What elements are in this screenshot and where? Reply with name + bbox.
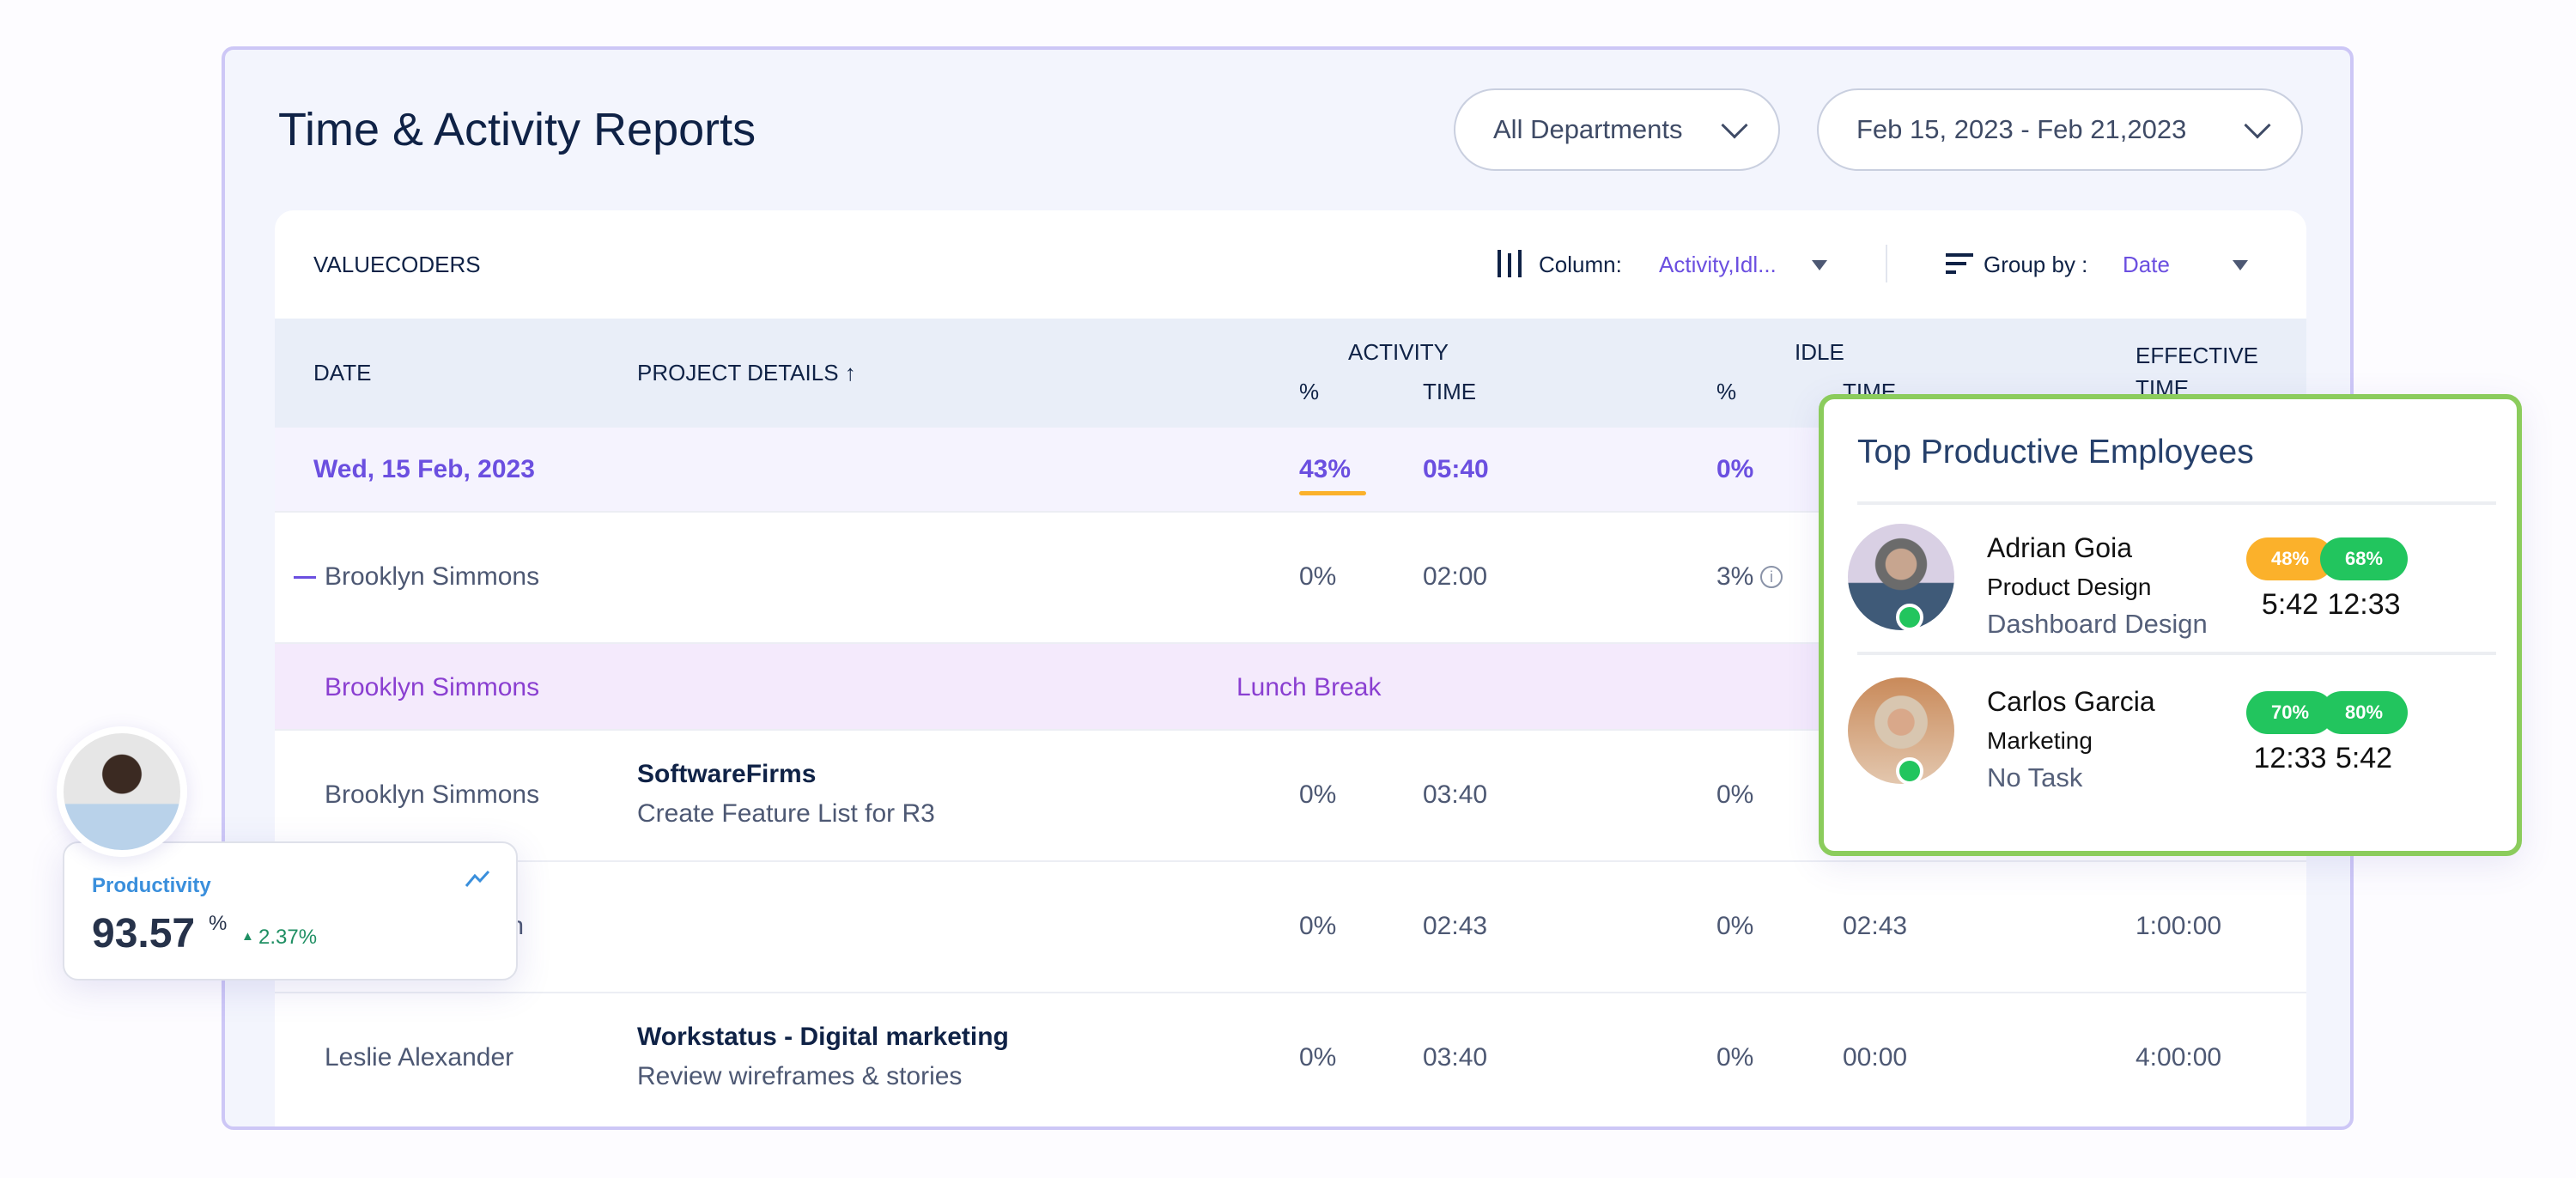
group-idle-pct: 0% — [1716, 455, 1754, 483]
col-idle: IDLE — [1795, 339, 1844, 365]
row-task: Create Feature List for R3 — [637, 799, 935, 828]
card-title: Top Productive Employees — [1857, 434, 2254, 471]
employee-dept: Marketing — [1987, 727, 2093, 754]
col-effective: EFFECTIVE — [2136, 343, 2259, 368]
columns-icon — [1498, 250, 1522, 277]
productivity-label: Productivity — [92, 874, 211, 897]
row-name: Leslie Alexander — [325, 1043, 514, 1072]
col-project[interactable]: PROJECT DETAILS ↑ — [637, 360, 856, 386]
department-dropdown[interactable]: All Departments — [1454, 88, 1780, 171]
online-status-icon — [1896, 757, 1923, 785]
productivity-change: 2.37% — [258, 926, 318, 949]
row-act-time: 02:00 — [1423, 562, 1488, 591]
table-toolbar: VALUECODERS Column: Activity,Idl... Grou… — [275, 210, 2306, 319]
chevron-down-icon — [1721, 112, 1748, 139]
caret-down-icon[interactable] — [2233, 260, 2248, 278]
row-idle-time: 02:43 — [1843, 912, 1908, 940]
group-date: Wed, 15 Feb, 2023 — [313, 455, 535, 483]
activity-underline — [1299, 491, 1366, 495]
divider — [1857, 501, 2496, 505]
department-value: All Departments — [1493, 114, 1683, 144]
row-act-time: 02:43 — [1423, 912, 1488, 940]
row-name: Brooklyn Simmons — [325, 780, 540, 809]
collapse-icon[interactable] — [294, 576, 316, 579]
productivity-badge: 80% — [2320, 691, 2408, 734]
row-act-pct: 0% — [1299, 1043, 1337, 1072]
row-idle-pct: 3% — [1716, 562, 1754, 591]
row-act-time: 03:40 — [1423, 1043, 1488, 1072]
col-activity: ACTIVITY — [1348, 339, 1449, 365]
divider — [1857, 652, 2496, 655]
row-act-time: 03:40 — [1423, 780, 1488, 809]
info-icon[interactable]: i — [1760, 566, 1783, 588]
col-activity-pct: % — [1299, 379, 1320, 404]
col-date[interactable]: DATE — [313, 360, 371, 386]
productivity-value: 93.57 — [92, 911, 196, 956]
row-name: Brooklyn Simmons — [325, 562, 540, 591]
column-label: Column: — [1539, 252, 1622, 277]
employee-name: Adrian Goia — [1987, 532, 2132, 563]
row-idle-time: 00:00 — [1843, 1043, 1908, 1072]
group-select[interactable]: Date — [2123, 252, 2170, 278]
row-project: Workstatus - Digital marketing — [637, 1023, 1009, 1051]
group-icon — [1946, 253, 1973, 274]
row-task: Review wireframes & stories — [637, 1062, 963, 1090]
productivity-time: 12:33 — [2327, 588, 2401, 621]
row-effective: 1:00:00 — [2136, 912, 2222, 940]
column-select[interactable]: Activity,Idl... — [1659, 252, 1777, 278]
company-name: VALUECODERS — [313, 252, 481, 277]
productivity-card: Productivity 93.57 % ▲ 2.37% — [63, 841, 518, 981]
table-row[interactable]: Leslie Alexander Workstatus - Digital ma… — [275, 993, 2306, 1126]
page-title: Time & Activity Reports — [278, 104, 756, 155]
up-arrow-icon: ▲ — [241, 929, 254, 944]
productivity-unit: % — [209, 912, 228, 935]
employee-task: Dashboard Design — [1987, 609, 2208, 639]
chevron-down-icon — [2244, 112, 2271, 139]
row-effective: 4:00:00 — [2136, 1043, 2222, 1072]
row-act-pct: 0% — [1299, 562, 1337, 591]
date-range-value: Feb 15, 2023 - Feb 21,2023 — [1856, 114, 2187, 144]
col-idle-pct: % — [1716, 379, 1737, 404]
col-activity-time: TIME — [1423, 379, 1477, 404]
divider — [1886, 245, 1887, 282]
user-avatar — [57, 726, 187, 857]
row-project: Lunch Break — [1236, 673, 1382, 701]
group-label: Group by : — [1984, 252, 2088, 277]
trend-up-icon — [465, 870, 490, 887]
table-row[interactable]: nson 0% 02:43 0% 02:43 1:00:00 — [275, 862, 2306, 993]
date-range-dropdown[interactable]: Feb 15, 2023 - Feb 21,2023 — [1817, 88, 2303, 171]
productivity-time: 5:42 — [2335, 742, 2393, 774]
row-project: SoftwareFirms — [637, 760, 817, 788]
productivity-badge: 68% — [2320, 537, 2408, 580]
row-act-pct: 0% — [1299, 912, 1337, 940]
row-name: Brooklyn Simmons — [325, 673, 540, 701]
caret-down-icon[interactable] — [1812, 260, 1827, 278]
group-activity-pct: 43% — [1299, 455, 1352, 483]
group-activity-time: 05:40 — [1423, 455, 1489, 483]
row-idle-pct: 0% — [1716, 1043, 1754, 1072]
employee-task: No Task — [1987, 762, 2083, 792]
employee-dept: Product Design — [1987, 574, 2152, 600]
row-idle-pct: 0% — [1716, 912, 1754, 940]
row-idle-pct: 0% — [1716, 780, 1754, 809]
employee-name: Carlos Garcia — [1987, 686, 2155, 717]
top-employees-card: Top Productive Employees Adrian Goia Pro… — [1819, 394, 2522, 856]
online-status-icon — [1896, 604, 1923, 631]
row-act-pct: 0% — [1299, 780, 1337, 809]
